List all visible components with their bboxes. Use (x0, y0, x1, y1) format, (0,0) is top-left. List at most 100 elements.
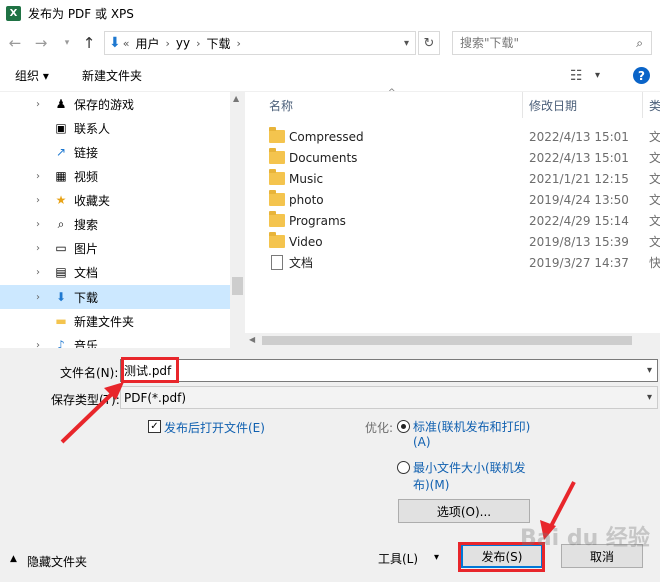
breadcrumb-separator-icon[interactable]: › (237, 37, 241, 50)
tools-menu[interactable]: 工具(L) (378, 550, 418, 567)
nav-item-links[interactable]: ↗ 链接 (0, 140, 230, 164)
address-dropdown-icon[interactable]: ▾ (404, 38, 409, 49)
radio-standard[interactable] (397, 420, 410, 433)
contacts-icon: ▣ (55, 121, 67, 135)
filename-label: 文件名(N): (60, 366, 119, 380)
file-name: Compressed (289, 129, 364, 144)
radio-standard-label-line2[interactable]: (A) (413, 435, 431, 449)
column-divider[interactable] (642, 92, 643, 118)
expand-chevron-icon[interactable]: › (36, 243, 40, 254)
options-button[interactable]: 选项(O)... (398, 499, 530, 523)
radio-minimum-label-line2[interactable]: 布)(M) (413, 476, 449, 493)
nav-item-contacts[interactable]: ▣ 联系人 (0, 116, 230, 140)
nav-item-new-folder[interactable]: ▬ 新建文件夹 (0, 309, 230, 333)
file-date: 2022/4/13 15:01 (529, 129, 629, 144)
filetype-dropdown-icon[interactable]: ▾ (647, 392, 652, 403)
file-row[interactable]: photo 2019/4/24 13:50 文 (245, 189, 660, 210)
collapse-chevron-icon[interactable]: ▲ (10, 554, 17, 564)
tools-dropdown-icon[interactable]: ▾ (434, 552, 439, 563)
radio-minimum-label-line1[interactable]: 最小文件大小(联机发 (413, 459, 526, 476)
filename-field[interactable]: ▾ (120, 359, 658, 382)
saved-games-icon: ♟ (55, 97, 67, 111)
address-overflow[interactable]: « (123, 37, 130, 50)
file-name: Video (289, 234, 323, 249)
nav-item-documents[interactable]: › ▤ 文档 (0, 260, 230, 284)
links-icon: ↗ (55, 145, 67, 159)
recent-locations-chevron-icon[interactable]: ▾ (56, 32, 78, 54)
file-row[interactable]: Music 2021/1/21 12:15 文 (245, 168, 660, 189)
back-arrow-icon[interactable]: ← (4, 32, 26, 54)
file-date: 2019/3/27 14:37 (529, 255, 629, 270)
expand-chevron-icon[interactable]: › (36, 292, 40, 303)
view-dropdown-icon[interactable]: ▾ (595, 70, 600, 81)
file-row[interactable]: Programs 2022/4/29 15:14 文 (245, 210, 660, 231)
nav-item-saved-games[interactable]: › ♟ 保存的游戏 (0, 92, 230, 116)
file-name: photo (289, 192, 324, 207)
open-after-publish-label[interactable]: 发布后打开文件(E) (164, 419, 265, 436)
forward-arrow-icon[interactable]: → (30, 32, 52, 54)
scrollbar-thumb[interactable] (232, 277, 243, 295)
folder-icon (269, 169, 285, 185)
expand-chevron-icon[interactable]: › (36, 340, 40, 349)
filetype-select[interactable]: PDF(*.pdf) ▾ (120, 386, 658, 409)
search-input[interactable] (460, 36, 620, 50)
nav-item-label: 收藏夹 (74, 193, 111, 208)
breadcrumb-separator-icon[interactable]: › (165, 37, 169, 50)
scroll-left-icon[interactable]: ◀ (249, 335, 255, 344)
breadcrumb-users[interactable]: 用户 (135, 35, 159, 52)
radio-standard-label-line1[interactable]: 标准(联机发布和打印) (413, 418, 530, 435)
up-arrow-icon[interactable]: ↑ (78, 32, 100, 54)
pictures-icon: ▭ (55, 241, 67, 255)
view-options-icon[interactable]: ☷ (570, 68, 583, 84)
file-type: 文 (649, 151, 660, 165)
filename-dropdown-icon[interactable]: ▾ (647, 365, 652, 376)
search-box[interactable]: ⌕ (452, 31, 652, 55)
nav-item-music[interactable]: › ♪ 音乐 (0, 333, 230, 348)
breadcrumb-separator-icon[interactable]: › (196, 37, 200, 50)
breadcrumb-downloads[interactable]: 下载 (207, 35, 231, 52)
expand-chevron-icon[interactable]: › (36, 267, 40, 278)
file-row[interactable]: 文档 2019/3/27 14:37 快 (245, 252, 660, 273)
open-after-publish-checkbox[interactable]: ✓ (148, 420, 161, 433)
refresh-icon[interactable]: ↻ (418, 31, 440, 55)
expand-chevron-icon[interactable]: › (36, 219, 40, 230)
folder-icon: ▬ (55, 314, 67, 328)
search-icon[interactable]: ⌕ (636, 36, 643, 51)
file-row[interactable]: Video 2019/8/13 15:39 文 (245, 231, 660, 252)
file-row[interactable]: Compressed 2022/4/13 15:01 文 (245, 126, 660, 147)
expand-chevron-icon[interactable]: › (36, 99, 40, 110)
address-bar[interactable]: ⬇ « 用户 › yy › 下载 › ▾ (104, 31, 416, 55)
file-row[interactable]: Documents 2022/4/13 15:01 文 (245, 147, 660, 168)
expand-chevron-icon[interactable]: › (36, 195, 40, 206)
breadcrumb-yy[interactable]: yy (176, 36, 190, 50)
scroll-up-icon[interactable]: ▲ (233, 94, 239, 103)
column-header-name[interactable]: 名称 (269, 92, 293, 118)
filetype-label: 保存类型(T): (51, 393, 120, 407)
annotation-highlight-filename (121, 357, 179, 383)
new-folder-button[interactable]: 新建文件夹 (82, 67, 142, 84)
column-divider[interactable] (522, 92, 523, 118)
file-list-scrollbar[interactable]: ◀ (245, 333, 660, 348)
organize-menu[interactable]: 组织 ▾ (15, 67, 49, 84)
column-header-type[interactable]: 类 (649, 92, 660, 118)
hide-folders-toggle[interactable]: 隐藏文件夹 (27, 553, 87, 570)
nav-item-pictures[interactable]: › ▭ 图片 (0, 236, 230, 260)
nav-item-videos[interactable]: › ▦ 视频 (0, 164, 230, 188)
radio-minimum-size[interactable] (397, 461, 410, 474)
videos-icon: ▦ (55, 169, 67, 183)
file-type: 文 (649, 172, 660, 186)
nav-item-searches[interactable]: › ⌕ 搜索 (0, 212, 230, 236)
help-icon[interactable]: ? (633, 67, 650, 84)
nav-item-downloads[interactable]: › ⬇ 下载 (0, 285, 230, 309)
download-folder-icon: ⬇ (109, 35, 121, 51)
nav-item-favorites[interactable]: › ★ 收藏夹 (0, 188, 230, 212)
expand-chevron-icon[interactable]: › (36, 171, 40, 182)
filename-input[interactable] (124, 363, 604, 378)
nav-item-label: 音乐 (74, 338, 99, 349)
scrollbar-thumb[interactable] (262, 336, 632, 345)
file-name: Programs (289, 213, 346, 228)
nav-scrollbar[interactable]: ▲ (230, 92, 245, 348)
file-date: 2022/4/13 15:01 (529, 150, 629, 165)
column-header-date[interactable]: 修改日期 (529, 92, 577, 118)
folder-icon (269, 148, 285, 164)
